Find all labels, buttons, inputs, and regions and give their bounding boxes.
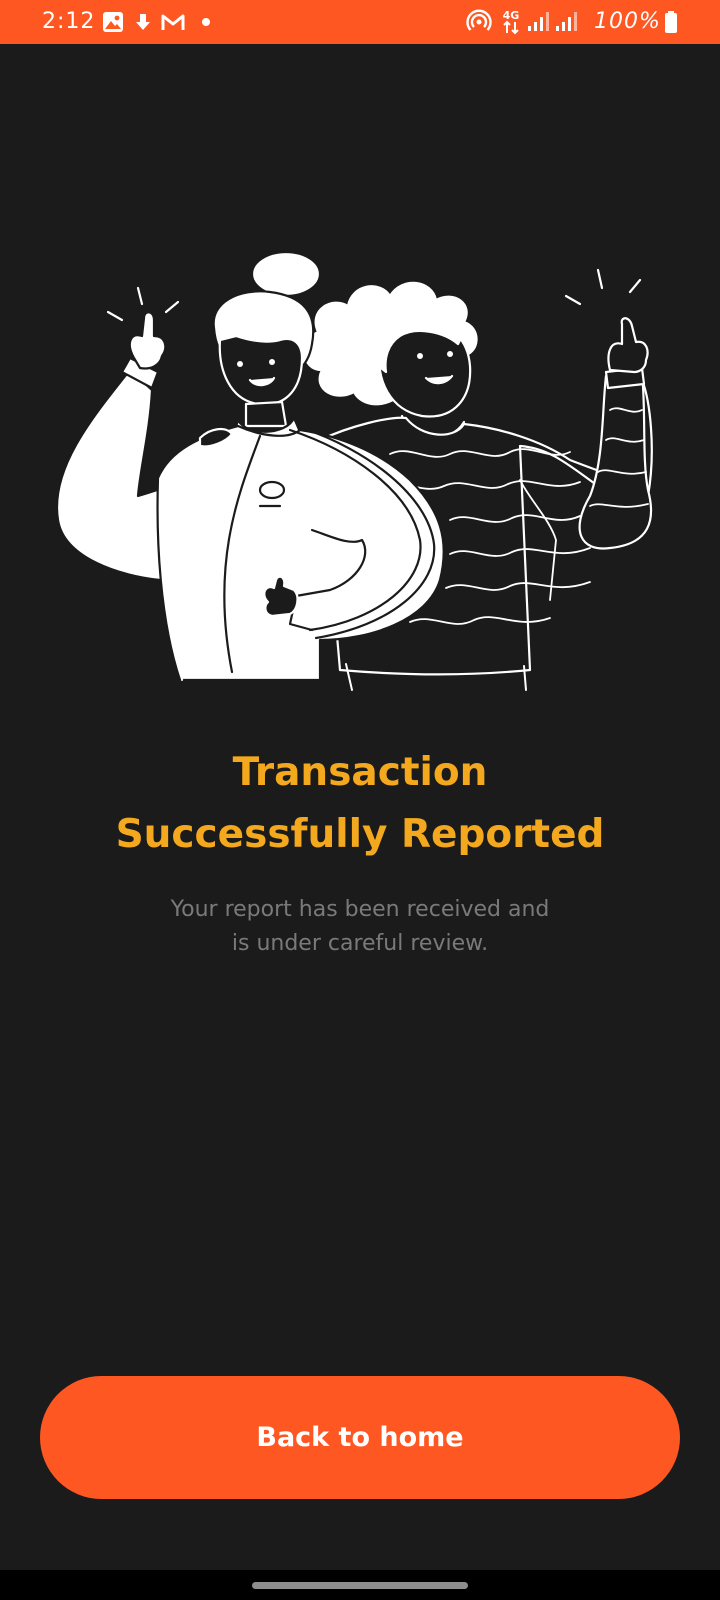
hotspot-icon xyxy=(466,0,492,44)
battery-icon xyxy=(664,0,678,44)
back-to-home-label: Back to home xyxy=(256,1422,464,1453)
battery-percent: 100% xyxy=(594,9,661,34)
dot-icon xyxy=(200,0,212,44)
page-title: Transaction Successfully Reported xyxy=(60,742,660,866)
subtitle-line-1: Your report has been received and xyxy=(170,897,550,922)
back-to-home-button[interactable]: Back to home xyxy=(40,1376,680,1499)
status-time: 2:12 xyxy=(42,9,96,34)
subtitle-line-2: is under careful review. xyxy=(231,931,489,956)
page-subtitle: Your report has been received and is und… xyxy=(140,893,580,961)
title-line-2: Successfully Reported xyxy=(115,812,605,857)
title-line-1: Transaction xyxy=(232,750,488,795)
system-nav-bar xyxy=(0,1570,720,1600)
signal-icon xyxy=(554,0,578,44)
download-icon xyxy=(134,0,152,44)
status-bar: 2:12 4G 100% xyxy=(0,0,720,44)
4g-icon: 4G xyxy=(500,0,522,44)
image-icon xyxy=(102,0,124,44)
gmail-icon xyxy=(160,0,186,44)
home-gesture-handle[interactable] xyxy=(252,1582,468,1589)
celebration-illustration xyxy=(55,250,653,691)
signal-icon xyxy=(526,0,550,44)
svg-text:4G: 4G xyxy=(503,9,520,22)
